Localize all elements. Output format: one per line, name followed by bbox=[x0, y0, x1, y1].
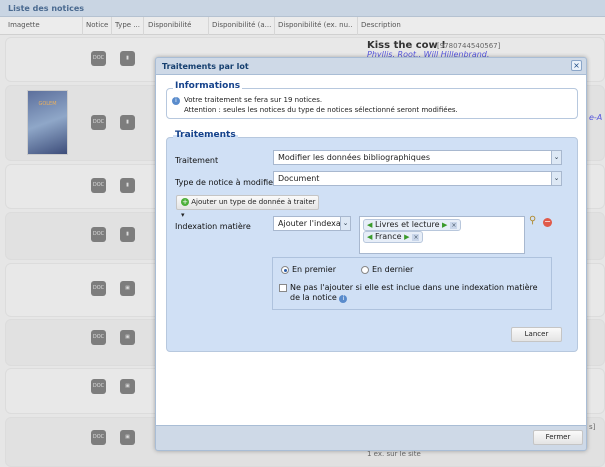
add-data-type-button[interactable]: + Ajouter un type de donnée à traiter ▾ bbox=[176, 195, 319, 219]
column-description[interactable]: Description bbox=[361, 21, 401, 29]
book-icon: ▮ bbox=[120, 178, 135, 193]
panel-title: Liste des notices bbox=[0, 0, 605, 17]
remove-icon[interactable]: − bbox=[543, 218, 552, 227]
remove-tag-icon[interactable]: × bbox=[450, 222, 458, 229]
options-box: En premier En dernier Ne pas l'ajouter s… bbox=[272, 257, 552, 310]
book-icon: ▮ bbox=[120, 115, 135, 130]
traitement-label: Traitement bbox=[175, 156, 219, 165]
remove-tag-icon[interactable]: × bbox=[412, 234, 420, 241]
info-icon: i bbox=[172, 97, 180, 105]
column-disponibilite-ex[interactable]: Disponibilité (ex. nu... bbox=[278, 21, 353, 29]
film-icon: ▣ bbox=[120, 281, 135, 296]
radio-first-label: En premier bbox=[292, 265, 337, 274]
column-disponibilite[interactable]: Disponibilité bbox=[148, 21, 191, 29]
arrow-left-icon[interactable]: ◀ bbox=[367, 233, 372, 241]
traitements-legend: Traitements bbox=[173, 130, 238, 140]
add-data-type-label: Ajouter un type de donnée à traiter bbox=[191, 198, 316, 206]
index-tags-box[interactable]: ◀ Livres et lecture ▶ × ◀ France ▶ × bbox=[359, 216, 525, 254]
column-header-row: Imagette Notice Type ... Disponibilité D… bbox=[0, 17, 605, 35]
tag-label: Livres et lecture bbox=[374, 220, 440, 229]
availability-text: 1 ex. sur le site bbox=[367, 450, 421, 458]
book-icon: ▮ bbox=[120, 51, 135, 66]
tag-item[interactable]: ◀ Livres et lecture ▶ × bbox=[363, 219, 462, 231]
ignore-checkbox-label: Ne pas l'ajouter si elle est inclue dans… bbox=[290, 283, 545, 303]
record-isbn: [9780744540567] bbox=[437, 42, 501, 50]
cover-title: GOLEM bbox=[38, 101, 57, 107]
doc-icon[interactable]: DOC bbox=[91, 330, 106, 345]
info-line-1: Votre traitement se fera sur 19 notices. bbox=[184, 96, 323, 104]
doc-icon[interactable]: DOC bbox=[91, 430, 106, 445]
doc-icon[interactable]: DOC bbox=[91, 281, 106, 296]
traitement-value: Modifier les données bibliographiques bbox=[278, 153, 431, 162]
close-button[interactable]: Fermer bbox=[533, 430, 583, 445]
chevron-down-icon[interactable]: ⌄ bbox=[340, 217, 350, 230]
doc-icon[interactable]: DOC bbox=[91, 115, 106, 130]
caret-down-icon: ▾ bbox=[181, 211, 185, 219]
film-icon: ▣ bbox=[120, 430, 135, 445]
plus-icon: + bbox=[181, 198, 189, 206]
tag-item[interactable]: ◀ France ▶ × bbox=[363, 231, 424, 243]
column-notice[interactable]: Notice bbox=[86, 21, 108, 29]
arrow-right-icon[interactable]: ▶ bbox=[404, 233, 409, 241]
traitements-fieldset: Traitements Traitement Modifier les donn… bbox=[166, 130, 578, 352]
doc-icon[interactable]: DOC bbox=[91, 379, 106, 394]
close-icon[interactable]: × bbox=[571, 60, 582, 71]
traitement-select[interactable]: Modifier les données bibliographiques ⌄ bbox=[273, 150, 562, 165]
info-line-2: Attention : seules les notices du type d… bbox=[184, 106, 458, 114]
record-link-fragment[interactable]: e-A bbox=[589, 113, 602, 122]
doc-icon[interactable]: DOC bbox=[91, 227, 106, 242]
radio-last-label: En dernier bbox=[372, 265, 414, 274]
type-label: Type de notice à modifier bbox=[175, 178, 277, 187]
doc-icon[interactable]: DOC bbox=[91, 178, 106, 193]
info-fieldset: Informations i Votre traitement se fera … bbox=[166, 81, 578, 119]
chevron-down-icon[interactable]: ⌄ bbox=[551, 151, 561, 164]
dialog-title: Traitements par lot bbox=[162, 62, 249, 71]
film-icon: ▣ bbox=[120, 379, 135, 394]
column-imagette[interactable]: Imagette bbox=[8, 21, 40, 29]
run-button[interactable]: Lancer bbox=[511, 327, 562, 342]
batch-dialog: Traitements par lot × Informations i Vot… bbox=[155, 57, 587, 451]
info-icon[interactable]: i bbox=[339, 295, 348, 303]
ignore-checkbox[interactable] bbox=[279, 284, 287, 292]
column-type[interactable]: Type ... bbox=[115, 21, 142, 29]
book-icon: ▮ bbox=[120, 227, 135, 242]
tag-label: France bbox=[374, 232, 402, 241]
chevron-down-icon[interactable]: ⌄ bbox=[551, 172, 561, 185]
radio-last[interactable] bbox=[361, 266, 369, 274]
info-legend: Informations bbox=[173, 81, 243, 91]
record-fragment: s] bbox=[589, 423, 596, 431]
radio-first[interactable] bbox=[281, 266, 289, 274]
arrow-left-icon[interactable]: ◀ bbox=[367, 221, 372, 229]
doc-icon[interactable]: DOC bbox=[91, 51, 106, 66]
column-disponibilite-a[interactable]: Disponibilité (a... bbox=[212, 21, 272, 29]
arrow-right-icon[interactable]: ▶ bbox=[442, 221, 447, 229]
type-select[interactable]: Document ⌄ bbox=[273, 171, 562, 186]
type-value: Document bbox=[278, 174, 320, 183]
checkbox-text: Ne pas l'ajouter si elle est inclue dans… bbox=[290, 283, 538, 302]
search-icon[interactable]: ⚲ bbox=[529, 215, 536, 226]
index-label: Indexation matière bbox=[175, 222, 251, 231]
cover-image: GOLEM bbox=[27, 90, 68, 155]
film-icon: ▣ bbox=[120, 330, 135, 345]
index-mode-select[interactable]: Ajouter l'indexatio ⌄ bbox=[273, 216, 351, 231]
